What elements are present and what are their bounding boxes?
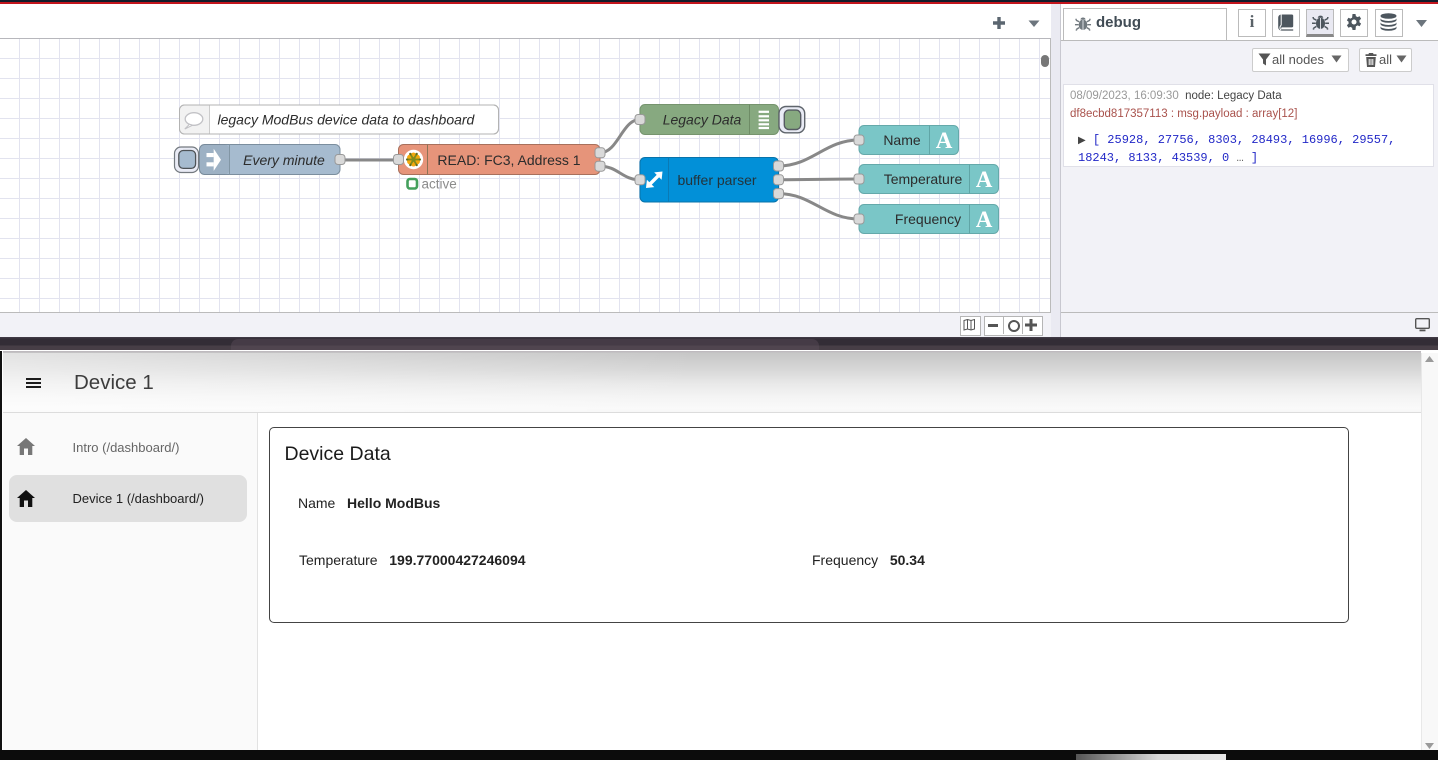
- svg-text:A: A: [976, 167, 993, 192]
- svg-text:Temperature: Temperature: [884, 171, 963, 187]
- svg-text:READ: FC3, Address 1: READ: FC3, Address 1: [437, 152, 580, 168]
- svg-text:A: A: [936, 128, 953, 153]
- svg-text:A: A: [976, 207, 993, 232]
- svg-text:buffer parser: buffer parser: [677, 172, 756, 188]
- svg-text:Frequency: Frequency: [895, 211, 961, 227]
- svg-text:active: active: [422, 176, 457, 191]
- svg-text:Legacy Data: Legacy Data: [663, 111, 742, 127]
- svg-text:Every minute: Every minute: [243, 152, 325, 168]
- svg-text:Name: Name: [883, 132, 921, 148]
- svg-text:legacy ModBus device data to d: legacy ModBus device data to dashboard: [218, 112, 476, 128]
